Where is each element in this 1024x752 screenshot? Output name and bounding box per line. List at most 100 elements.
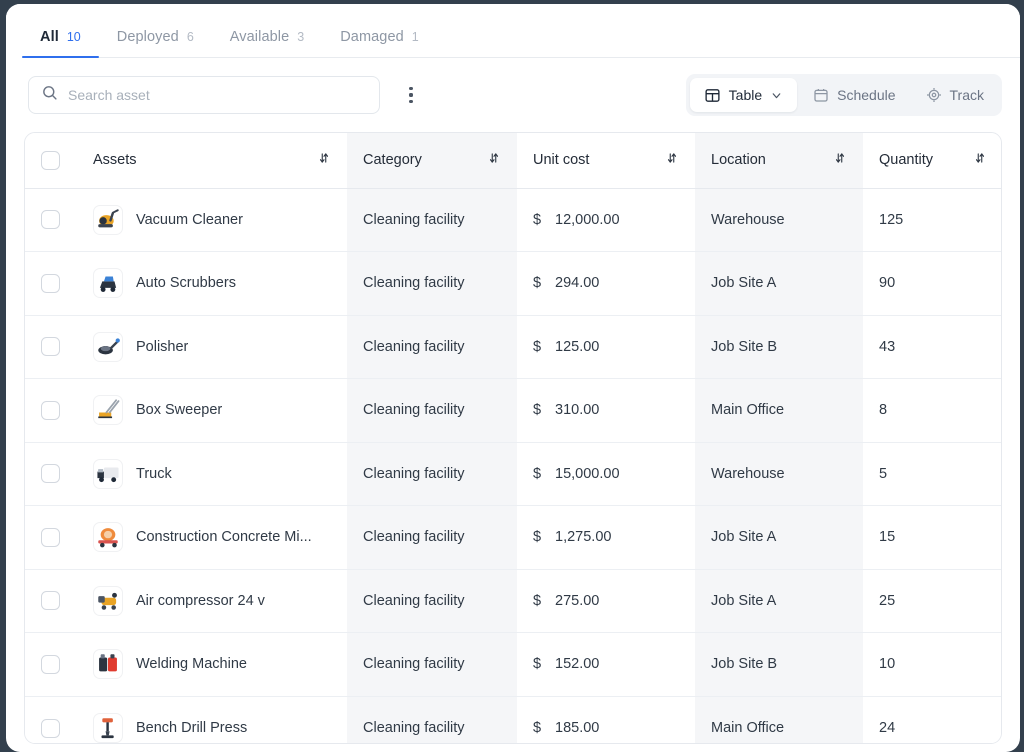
location-cell: Warehouse (695, 188, 863, 252)
currency-symbol: $ (533, 338, 542, 355)
unit-cost-cell: $275.00 (517, 569, 695, 633)
currency-symbol: $ (533, 275, 542, 292)
table-row[interactable]: Air compressor 24 v Cleaning facility $275… (25, 569, 1001, 633)
unit-cost-value: 12,000.00 (555, 211, 620, 228)
tab-deployed[interactable]: Deployed 6 (99, 29, 212, 58)
search-input[interactable] (68, 87, 367, 103)
table-row[interactable]: Welding Machine Cleaning facility $152.00 J… (25, 632, 1001, 697)
view-switcher: Table Schedule Track (685, 74, 1002, 116)
tab-all[interactable]: All 10 (22, 29, 99, 58)
air-compressor-photo (93, 585, 123, 616)
quantity-cell: 15 (863, 505, 1001, 570)
location-cell: Job Site A (695, 569, 863, 633)
vacuum-cleaner-photo (93, 204, 123, 235)
view-schedule-button[interactable]: Schedule (799, 78, 909, 112)
polisher-photo (93, 331, 123, 362)
sort-updown-icon[interactable] (487, 151, 501, 169)
tab-count-badge: 1 (411, 30, 419, 44)
column-label: Category (363, 152, 422, 169)
tab-count-badge: 6 (186, 30, 194, 44)
quantity-cell: 10 (863, 632, 1001, 697)
table-row[interactable]: Vacuum Cleaner Cleaning facility $12,000.0… (25, 188, 1001, 252)
tab-count-badge: 3 (297, 30, 305, 44)
location-cell: Warehouse (695, 442, 863, 506)
tab-available[interactable]: Available 3 (212, 29, 322, 58)
unit-cost-cell: $12,000.00 (517, 188, 695, 252)
sort-updown-icon[interactable] (833, 151, 847, 169)
auto-scrubber-photo (93, 268, 123, 299)
quantity-cell: 24 (863, 696, 1001, 743)
select-all-checkbox[interactable] (41, 150, 60, 170)
kebab-dot (409, 93, 413, 97)
kebab-dot (409, 99, 413, 103)
row-checkbox[interactable] (41, 654, 60, 674)
row-select-cell (25, 315, 77, 379)
category-cell: Cleaning facility (347, 632, 517, 697)
currency-symbol: $ (533, 529, 542, 546)
tab-label: Damaged (340, 29, 404, 45)
target-crosshair-icon (926, 87, 942, 103)
tab-count-badge: 10 (66, 30, 81, 44)
row-checkbox[interactable] (41, 273, 60, 293)
row-checkbox[interactable] (41, 210, 60, 230)
column-label: Quantity (879, 152, 933, 169)
unit-cost-cell: $310.00 (517, 378, 695, 443)
quantity-cell: 8 (863, 378, 1001, 443)
row-checkbox[interactable] (41, 337, 60, 357)
quantity-cell: 25 (863, 569, 1001, 633)
row-checkbox[interactable] (41, 591, 60, 611)
status-tabs: All 10 Deployed 6 Available 3 Damaged 1 (6, 4, 1020, 58)
asset-name: Polisher (136, 338, 189, 355)
unit-cost-value: 185.00 (555, 720, 600, 736)
table-row[interactable]: Polisher Cleaning facility $125.00 Job Site… (25, 315, 1001, 379)
column-header-location[interactable]: Location (695, 133, 863, 189)
category-cell: Cleaning facility (347, 569, 517, 633)
unit-cost-value: 15,000.00 (555, 465, 620, 482)
sort-updown-icon[interactable] (317, 151, 331, 169)
column-header-category[interactable]: Category (347, 133, 517, 189)
column-header-assets[interactable]: Assets (77, 133, 347, 189)
table-row[interactable]: Box Sweeper Cleaning facility $310.00 Main … (25, 378, 1001, 443)
row-checkbox[interactable] (41, 527, 60, 547)
table-row[interactable]: Truck Cleaning facility $15,000.00 Warehous… (25, 442, 1001, 506)
category-cell: Cleaning facility (347, 315, 517, 379)
more-options-button[interactable] (394, 78, 428, 112)
unit-cost-cell: $294.00 (517, 251, 695, 316)
currency-symbol: $ (533, 465, 542, 482)
column-label: Unit cost (533, 152, 590, 169)
table-row[interactable]: Auto Scrubbers Cleaning facility $294.00 Jo… (25, 251, 1001, 316)
table-toolbar: Table Schedule (6, 58, 1020, 132)
unit-cost-cell: $152.00 (517, 632, 695, 697)
category-cell: Cleaning facility (347, 442, 517, 506)
assets-window: All 10 Deployed 6 Available 3 Damaged 1 (6, 4, 1020, 752)
category-cell: Cleaning facility (347, 505, 517, 570)
row-checkbox[interactable] (41, 718, 60, 738)
category-cell: Cleaning facility (347, 251, 517, 316)
table-row[interactable]: Construction Concrete Mi... Cleaning faci… (25, 505, 1001, 570)
view-table-button[interactable]: Table (689, 78, 798, 112)
truck-photo (93, 458, 123, 489)
sort-updown-icon[interactable] (665, 151, 679, 169)
view-track-button[interactable]: Track (912, 78, 998, 112)
category-cell: Cleaning facility (347, 696, 517, 743)
asset-cell: Bench Drill Press (77, 696, 347, 743)
table-header-row: Assets Category Unit cost Location Quant… (25, 133, 1001, 189)
column-header-unit-cost[interactable]: Unit cost (517, 133, 695, 189)
table-row[interactable]: Bench Drill Press Cleaning facility $185.0… (25, 696, 1001, 743)
currency-symbol: $ (533, 656, 542, 673)
row-checkbox[interactable] (41, 400, 60, 420)
row-checkbox[interactable] (41, 464, 60, 484)
search-box[interactable] (28, 76, 380, 114)
concrete-mixer-photo (93, 522, 123, 553)
asset-name: Welding Machine (136, 656, 247, 673)
tab-damaged[interactable]: Damaged 1 (322, 29, 437, 58)
view-label: Track (949, 87, 984, 103)
row-select-cell (25, 442, 77, 506)
sort-updown-icon[interactable] (973, 151, 987, 169)
tab-label: Available (229, 29, 290, 45)
unit-cost-cell: $185.00 (517, 696, 695, 743)
row-select-cell (25, 188, 77, 252)
column-header-quantity[interactable]: Quantity (863, 133, 1001, 189)
unit-cost-cell: $1,275.00 (517, 505, 695, 570)
unit-cost-cell: $125.00 (517, 315, 695, 379)
